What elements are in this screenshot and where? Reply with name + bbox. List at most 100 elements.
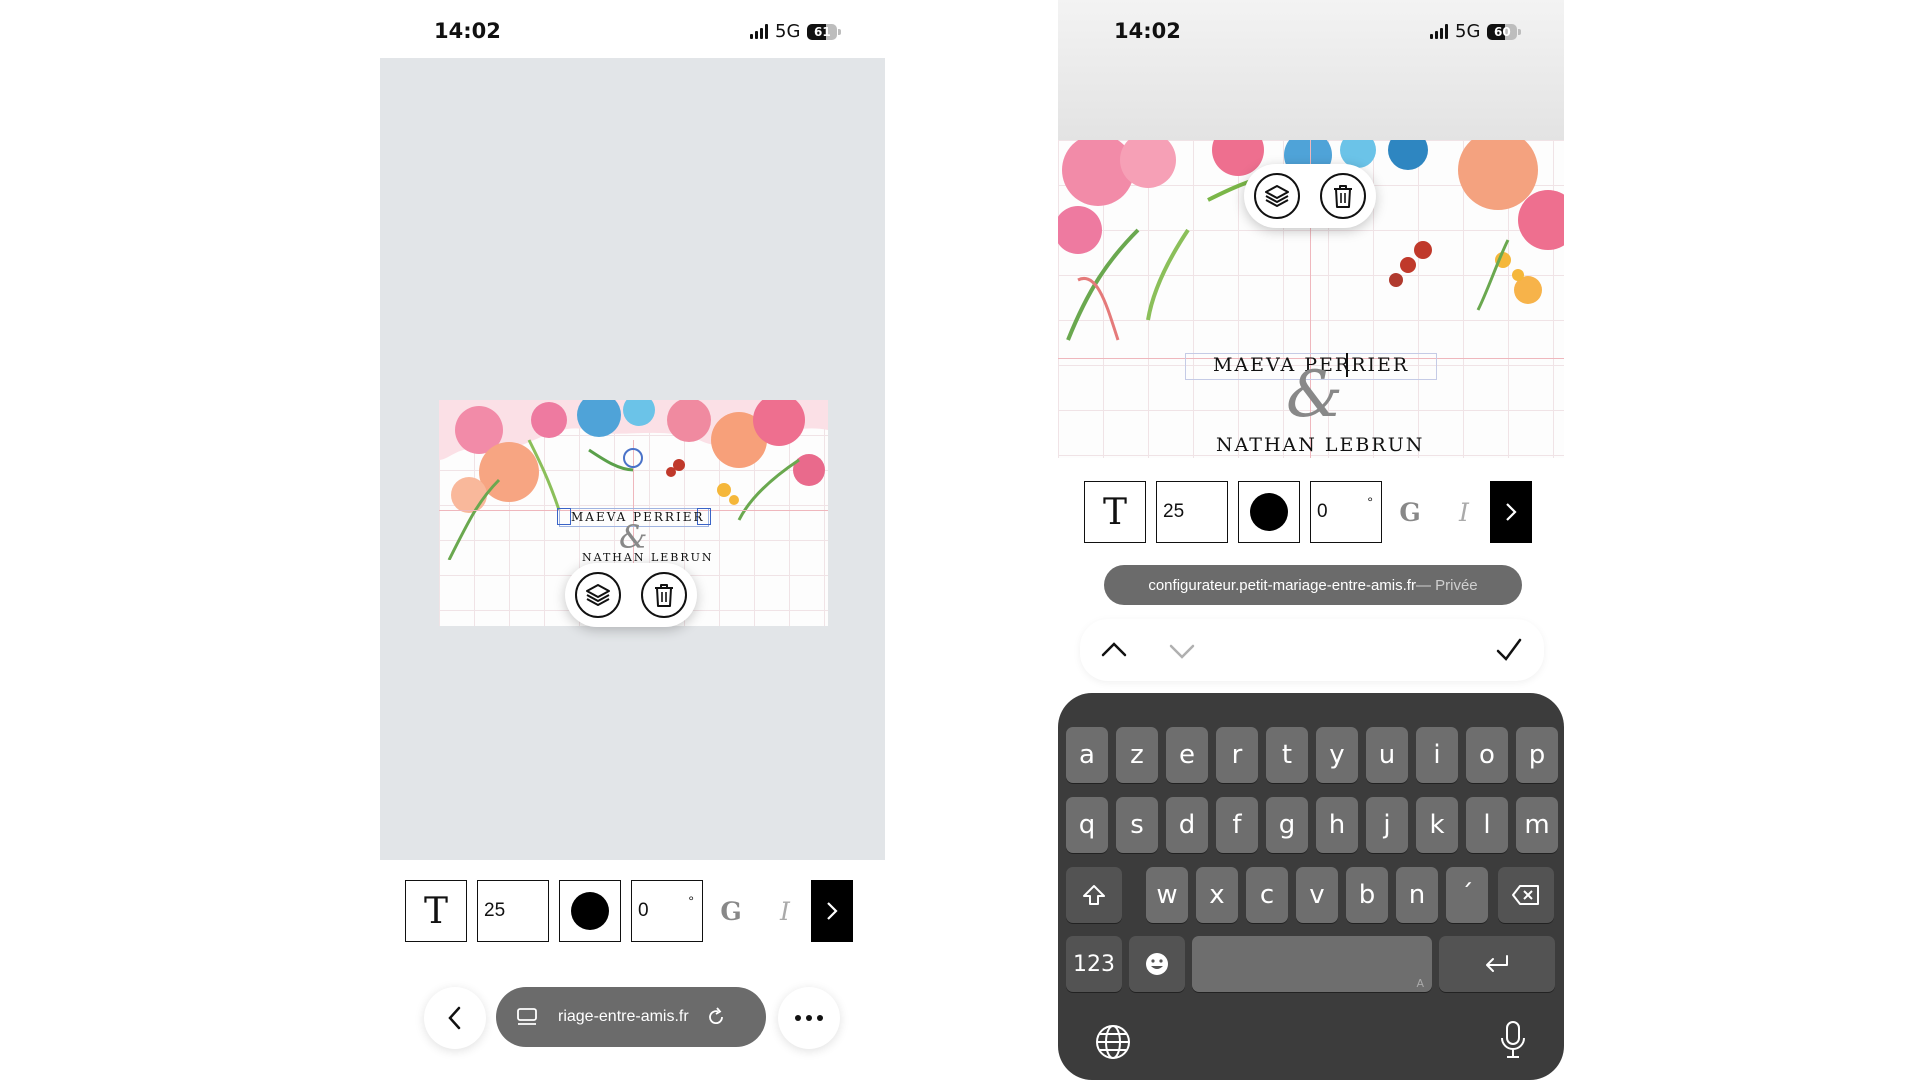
text-toolbar: T 25 0 ° G I xyxy=(1084,481,1532,543)
key-o[interactable]: o xyxy=(1466,727,1508,783)
key-p[interactable]: p xyxy=(1516,727,1558,783)
italic-button[interactable]: I xyxy=(759,897,811,926)
key-n[interactable]: n xyxy=(1396,867,1438,923)
key-k[interactable]: k xyxy=(1416,797,1458,853)
key-s[interactable]: s xyxy=(1116,797,1158,853)
layers-button[interactable] xyxy=(1254,173,1300,219)
layers-icon xyxy=(586,584,610,606)
text-format-icon: T xyxy=(1102,491,1127,533)
resize-handle-left[interactable] xyxy=(557,508,571,525)
url-domain: configurateur.petit-mariage-entre-amis.f… xyxy=(1148,576,1416,594)
key-f[interactable]: f xyxy=(1216,797,1258,853)
chevron-left-icon xyxy=(448,1006,461,1030)
card-name-2[interactable]: NATHAN LEBRUN xyxy=(1216,434,1424,456)
private-label: — Privée xyxy=(1415,576,1478,594)
rotate-handle[interactable] xyxy=(623,448,643,468)
toolbar-next-button[interactable] xyxy=(1490,481,1532,543)
key-e[interactable]: e xyxy=(1166,727,1208,783)
font-size-input[interactable]: 25 xyxy=(477,880,549,942)
key-u[interactable]: u xyxy=(1366,727,1408,783)
degree-symbol: ° xyxy=(688,893,694,909)
key-z[interactable]: z xyxy=(1116,727,1158,783)
status-time: 14:02 xyxy=(1114,19,1181,43)
backspace-icon xyxy=(1512,885,1539,905)
key-g[interactable]: g xyxy=(1266,797,1308,853)
delete-button[interactable] xyxy=(641,572,687,618)
keyboard: 123 A a z e r t y u i o p q s d f g h j k l m w x c v b n ´ xyxy=(1058,693,1564,1080)
text-toolbar: T 25 0 ° G I xyxy=(405,880,853,942)
page-menu-icon xyxy=(517,1008,537,1025)
rotation-input[interactable]: 0 ° xyxy=(631,880,703,942)
color-picker[interactable] xyxy=(1238,481,1300,543)
text-format-icon: T xyxy=(423,890,448,932)
bold-button[interactable]: G xyxy=(1382,498,1438,527)
checkmark-icon[interactable] xyxy=(1495,636,1523,664)
microphone-icon[interactable] xyxy=(1498,1019,1528,1061)
key-w[interactable]: w xyxy=(1146,867,1188,923)
trash-icon xyxy=(655,584,673,607)
battery-level: 61 xyxy=(814,24,831,39)
key-h[interactable]: h xyxy=(1316,797,1358,853)
space-key-hint: A xyxy=(1416,977,1424,990)
rotation-input[interactable]: 0 ° xyxy=(1310,481,1382,543)
key-l[interactable]: l xyxy=(1466,797,1508,853)
delete-button[interactable] xyxy=(1320,173,1366,219)
return-icon xyxy=(1486,955,1508,972)
signal-icon xyxy=(750,24,768,39)
return-key[interactable] xyxy=(1439,936,1555,992)
key-c[interactable]: c xyxy=(1246,867,1288,923)
key-v[interactable]: v xyxy=(1296,867,1338,923)
font-button[interactable]: T xyxy=(1084,481,1146,543)
globe-icon[interactable] xyxy=(1094,1023,1132,1061)
back-button[interactable] xyxy=(424,987,486,1049)
network-label: 5G xyxy=(775,21,801,42)
key-m[interactable]: m xyxy=(1516,797,1558,853)
key-t[interactable]: t xyxy=(1266,727,1308,783)
key-q[interactable]: q xyxy=(1066,797,1108,853)
key-x[interactable]: x xyxy=(1196,867,1238,923)
key-i[interactable]: i xyxy=(1416,727,1458,783)
degree-symbol: ° xyxy=(1367,494,1373,510)
address-bar[interactable]: riage-entre-amis.fr xyxy=(496,987,766,1047)
trash-icon xyxy=(1334,185,1352,208)
backspace-key[interactable] xyxy=(1498,867,1554,923)
key-d[interactable]: d xyxy=(1166,797,1208,853)
battery-level: 60 xyxy=(1494,24,1511,39)
italic-button[interactable]: I xyxy=(1438,498,1490,527)
form-accessory-bar xyxy=(1080,619,1544,681)
space-key[interactable]: A xyxy=(1192,936,1432,992)
battery-icon: 61 xyxy=(807,23,842,40)
ellipsis-icon xyxy=(795,1015,823,1021)
key-j[interactable]: j xyxy=(1366,797,1408,853)
key-r[interactable]: r xyxy=(1216,727,1258,783)
text-cursor xyxy=(1346,353,1348,377)
numbers-key[interactable]: 123 xyxy=(1066,936,1122,992)
font-size-input[interactable]: 25 xyxy=(1156,481,1228,543)
status-time: 14:02 xyxy=(434,19,501,43)
chevron-up-icon[interactable] xyxy=(1100,638,1128,660)
status-indicators: 5G 61 xyxy=(750,21,842,42)
url-tooltip: configurateur.petit-mariage-entre-amis.f… xyxy=(1104,565,1522,605)
signal-icon xyxy=(1430,24,1448,39)
emoji-key[interactable] xyxy=(1129,936,1185,992)
rotation-value: 0 xyxy=(638,900,649,921)
emoji-icon xyxy=(1146,953,1168,975)
key-y[interactable]: y xyxy=(1316,727,1358,783)
key-accent[interactable]: ´ xyxy=(1446,867,1488,923)
battery-icon: 60 xyxy=(1487,23,1522,40)
color-picker[interactable] xyxy=(559,880,621,942)
layers-button[interactable] xyxy=(575,572,621,618)
element-action-pill xyxy=(565,563,697,627)
monogram: & xyxy=(1286,358,1343,432)
key-b[interactable]: b xyxy=(1346,867,1388,923)
font-button[interactable]: T xyxy=(405,880,467,942)
bold-button[interactable]: G xyxy=(703,897,759,926)
shift-key[interactable] xyxy=(1066,867,1122,923)
toolbar-next-button[interactable] xyxy=(811,880,853,942)
reload-icon[interactable] xyxy=(705,1006,727,1028)
status-indicators: 5G 60 xyxy=(1430,21,1522,42)
key-a[interactable]: a xyxy=(1066,727,1108,783)
chevron-down-icon[interactable] xyxy=(1168,641,1196,663)
color-swatch xyxy=(1250,493,1288,531)
more-options-button[interactable] xyxy=(778,987,840,1049)
